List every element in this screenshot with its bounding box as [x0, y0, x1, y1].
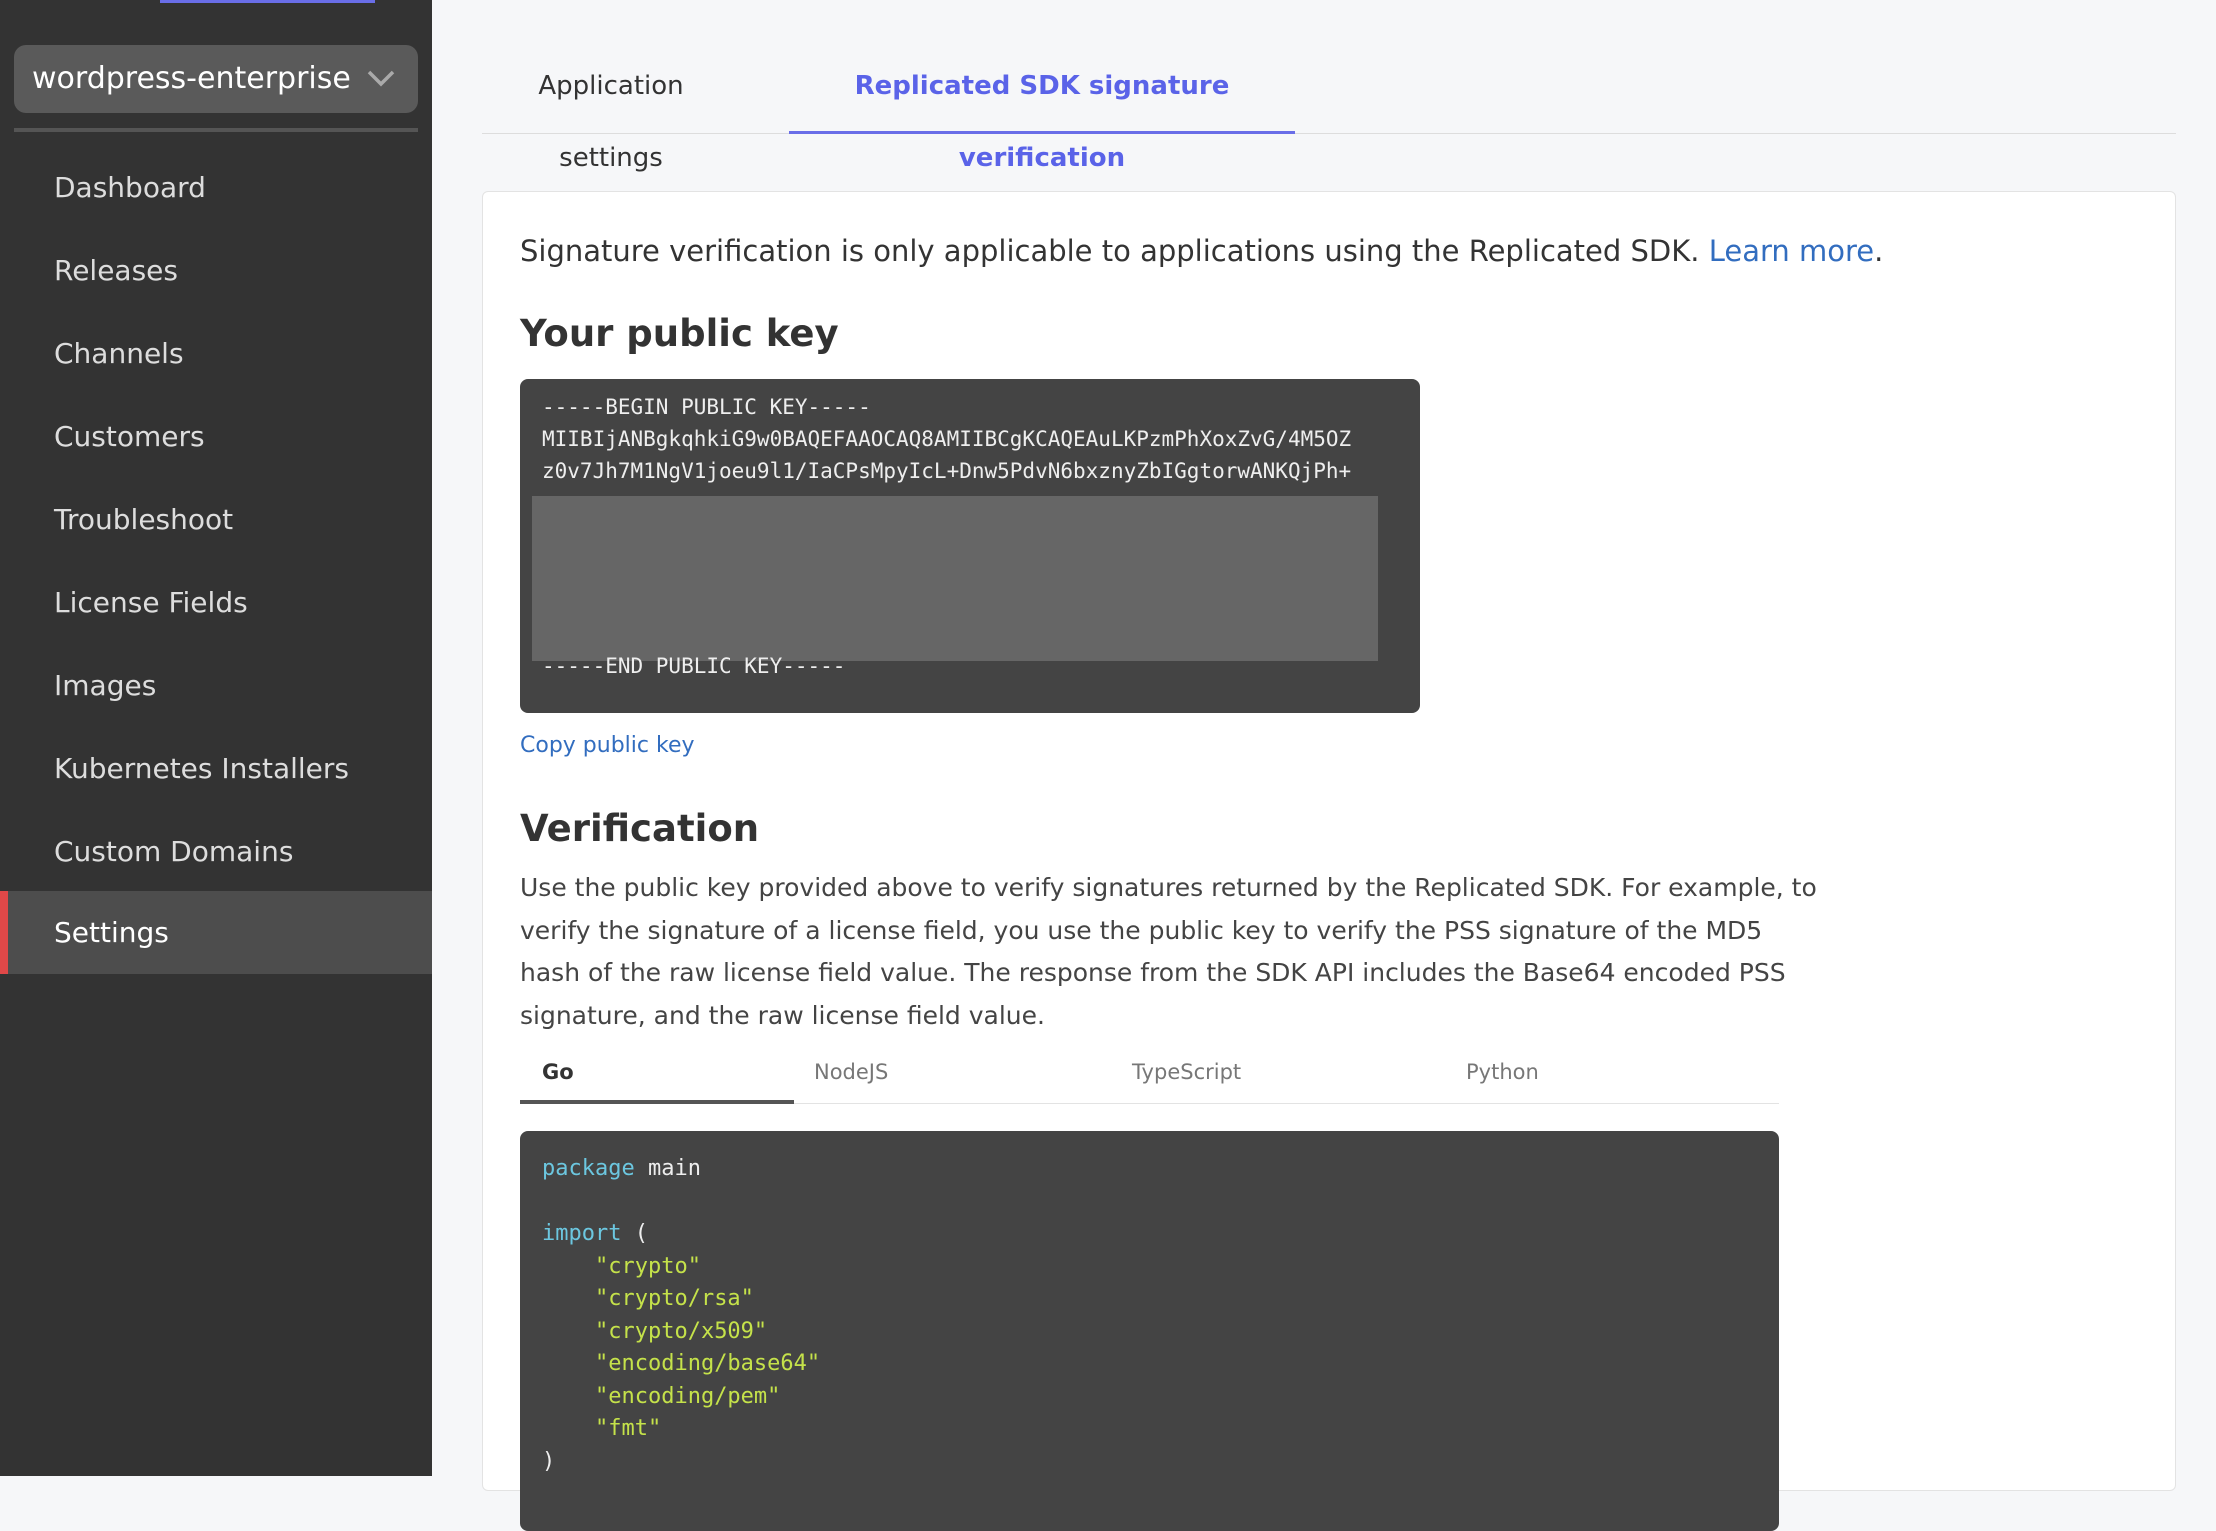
signature-verification-card: Signature verification is only applicabl… — [482, 191, 2176, 1531]
public-key-box: -----BEGIN PUBLIC KEY----- MIIBIjANBgkqh… — [520, 379, 1420, 713]
tab-python[interactable]: Python — [1466, 1052, 1539, 1104]
key-line: -----BEGIN PUBLIC KEY----- — [542, 395, 871, 419]
sidebar-divider — [14, 128, 418, 132]
app-name: wordpress-enterprise — [32, 61, 351, 96]
active-indicator-bar — [160, 0, 375, 3]
code-keyword: import — [542, 1221, 622, 1246]
intro-period: . — [1874, 234, 1884, 268]
sidebar: wordpress-enterprise Dashboard Releases … — [0, 0, 432, 1476]
code-string: "crypto/x509" — [594, 1318, 768, 1344]
sidebar-item-releases[interactable]: Releases — [0, 229, 432, 312]
code-language-tabs: Go NodeJS TypeScript Python — [520, 1052, 1779, 1104]
public-key-heading: Your public key — [520, 312, 839, 355]
learn-more-link[interactable]: Learn more — [1709, 234, 1874, 268]
sidebar-item-dashboard[interactable]: Dashboard — [0, 146, 432, 229]
verification-heading: Verification — [520, 807, 760, 850]
sidebar-item-channels[interactable]: Channels — [0, 312, 432, 395]
code-string: "encoding/pem" — [594, 1383, 781, 1409]
code-string: "crypto" — [594, 1253, 701, 1279]
key-line: z0v7Jh7M1NgV1joeu9l1/IaCPsMpyIcL+Dnw5Pdv… — [542, 459, 1352, 483]
sidebar-item-troubleshoot[interactable]: Troubleshoot — [0, 478, 432, 561]
tab-application-settings[interactable]: Application settings — [511, 50, 711, 173]
settings-tabs: Application settings Replicated SDK sign… — [482, 50, 2176, 173]
verification-description: Use the public key provided above to ver… — [520, 873, 1817, 1030]
app-selector-dropdown[interactable]: wordpress-enterprise — [14, 45, 418, 113]
sidebar-item-kubernetes-installers[interactable]: Kubernetes Installers — [0, 727, 432, 810]
tab-nodejs[interactable]: NodeJS — [814, 1052, 888, 1104]
code-sample: package main import ( "crypto" "crypto/r… — [520, 1131, 1779, 1531]
sidebar-item-custom-domains[interactable]: Custom Domains — [0, 810, 432, 893]
sidebar-item-license-fields[interactable]: License Fields — [0, 561, 432, 644]
copy-public-key-link[interactable]: Copy public key — [520, 733, 695, 758]
sidebar-item-images[interactable]: Images — [0, 644, 432, 727]
tab-typescript[interactable]: TypeScript — [1132, 1052, 1241, 1104]
code-string: "crypto/rsa" — [594, 1286, 754, 1311]
intro-sentence: Signature verification is only applicabl… — [520, 234, 1709, 268]
code-string: "encoding/base64" — [594, 1351, 821, 1376]
code-keyword: package — [542, 1156, 635, 1181]
code-text: ( — [621, 1221, 648, 1246]
code-string: "fmt" — [594, 1416, 662, 1441]
chevron-down-icon — [367, 70, 395, 87]
code-text: main — [634, 1156, 701, 1181]
tab-go[interactable]: Go — [520, 1052, 794, 1104]
code-text: ) — [542, 1448, 556, 1474]
tab-sdk-signature-verification[interactable]: Replicated SDK signature verification — [789, 50, 1295, 173]
redacted-region — [532, 496, 1378, 661]
key-line: MIIBIjANBgkqhkiG9w0BAQEFAAOCAQ8AMIIBCgKC… — [542, 427, 1352, 451]
intro-text: Signature verification is only applicabl… — [520, 234, 1883, 268]
key-end-line: -----END PUBLIC KEY----- — [542, 654, 846, 678]
sidebar-item-settings[interactable]: Settings — [0, 891, 432, 974]
sidebar-item-customers[interactable]: Customers — [0, 395, 432, 478]
